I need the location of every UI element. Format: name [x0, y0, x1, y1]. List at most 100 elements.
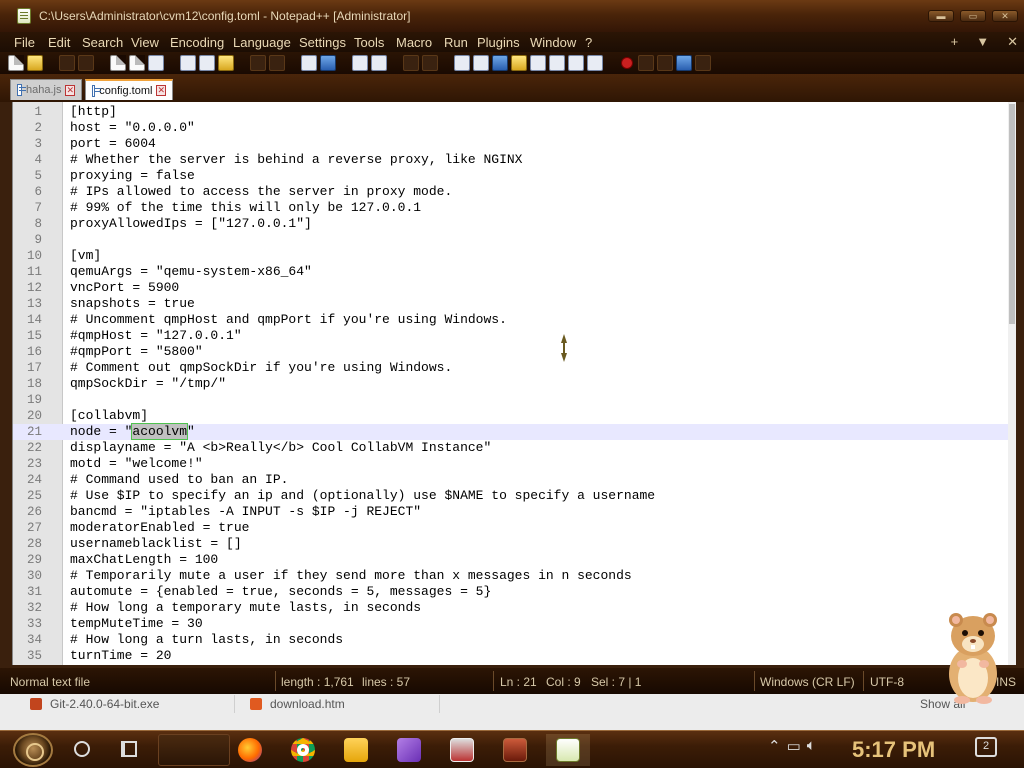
new-tab-plus-icon[interactable]: +	[951, 34, 959, 50]
code-line[interactable]: 13 snapshots = true	[13, 296, 1016, 312]
menu-settings[interactable]: Settings	[299, 35, 354, 50]
tab-list-dropdown-icon[interactable]: ▼	[976, 34, 989, 50]
start-button[interactable]	[13, 733, 53, 767]
save-icon[interactable]	[59, 55, 75, 71]
close-icon[interactable]	[110, 55, 126, 71]
zoom-in-icon[interactable]	[352, 55, 368, 71]
taskbar-visual-studio[interactable]	[387, 734, 431, 766]
task-view-icon[interactable]	[121, 741, 137, 757]
code-line[interactable]: 9	[13, 232, 1016, 248]
monitoring-icon[interactable]	[587, 55, 603, 71]
find-icon[interactable]	[301, 55, 317, 71]
tab-config-toml[interactable]: config.toml ✕	[85, 79, 173, 100]
code-line[interactable]: 6 # IPs allowed to access the server in p…	[13, 184, 1016, 200]
tab-haha-js[interactable]: haha.js ✕	[10, 79, 82, 100]
copy-icon[interactable]	[199, 55, 215, 71]
menu-window[interactable]: Window	[530, 35, 585, 50]
code-line[interactable]: 17 # Comment out qmpSockDir if you're usi…	[13, 360, 1016, 376]
open-file-icon[interactable]	[27, 55, 43, 71]
code-line[interactable]: 20 [collabvm]	[13, 408, 1016, 424]
code-line[interactable]: 24 # Command used to ban an IP.	[13, 472, 1016, 488]
code-area[interactable]: 1 [http] 2 host = "0.0.0.0" 3 port = 6004 4 # W…	[13, 104, 1016, 664]
show-hidden-icons-icon[interactable]: ⌃	[768, 737, 781, 755]
vertical-scrollbar[interactable]	[1008, 102, 1016, 665]
menu-help[interactable]: ?	[585, 35, 605, 50]
taskbar-printer-app[interactable]	[440, 734, 484, 766]
run-macro-icon[interactable]	[676, 55, 692, 71]
maximize-button[interactable]: ▭	[960, 10, 986, 22]
menu-file[interactable]: File	[0, 35, 48, 50]
code-line[interactable]: 28 usernameblacklist = []	[13, 536, 1016, 552]
minimize-button[interactable]: ▬	[928, 10, 954, 22]
code-line[interactable]: 8 proxyAllowedIps = ["127.0.0.1"]	[13, 216, 1016, 232]
notification-center-icon[interactable]: 2	[975, 737, 997, 757]
scrollbar-thumb[interactable]	[1009, 104, 1015, 324]
code-line[interactable]: 31 automute = {enabled = true, seconds = …	[13, 584, 1016, 600]
zoom-out-icon[interactable]	[371, 55, 387, 71]
code-line[interactable]: 27 moderatorEnabled = true	[13, 520, 1016, 536]
redo-icon[interactable]	[269, 55, 285, 71]
code-line[interactable]: 19	[13, 392, 1016, 408]
sync-v-icon[interactable]	[403, 55, 419, 71]
menu-language[interactable]: Language	[233, 35, 299, 50]
code-line[interactable]: 7 # 99% of the time this will only be 127…	[13, 200, 1016, 216]
code-line[interactable]: 4 # Whether the server is behind a revers…	[13, 152, 1016, 168]
code-line[interactable]: 30 # Temporarily mute a user if they send…	[13, 568, 1016, 584]
close-button[interactable]: ✕	[992, 10, 1018, 22]
editor[interactable]: 1 [http] 2 host = "0.0.0.0" 3 port = 6004 4 # W…	[12, 102, 1016, 665]
taskbar-search-area[interactable]	[158, 734, 230, 766]
title-bar[interactable]: C:\Users\Administrator\cvm12\config.toml…	[0, 0, 1024, 32]
code-line[interactable]: 14 # Uncomment qmpHost and qmpPort if you…	[13, 312, 1016, 328]
code-line[interactable]: 5 proxying = false	[13, 168, 1016, 184]
close-all-icon[interactable]	[129, 55, 145, 71]
volume-icon[interactable]: 🔈︎	[807, 737, 816, 755]
code-line[interactable]: 12 vncPort = 5900	[13, 280, 1016, 296]
code-line[interactable]: 22 displayname = "A <b>Really</b> Cool Co…	[13, 440, 1016, 456]
stop-macro-icon[interactable]	[638, 55, 654, 71]
code-line[interactable]: 15 #qmpHost = "127.0.0.1"	[13, 328, 1016, 344]
menu-encoding[interactable]: Encoding	[170, 35, 233, 50]
status-eol[interactable]: Windows (CR LF)	[760, 675, 855, 689]
taskbar-calendar-app[interactable]	[493, 734, 537, 766]
menu-search[interactable]: Search	[82, 35, 131, 50]
paste-icon[interactable]	[218, 55, 234, 71]
code-line[interactable]: 1 [http]	[13, 104, 1016, 120]
play-macro-icon[interactable]	[657, 55, 673, 71]
download-item[interactable]: download.htm	[240, 695, 440, 713]
tab-close-icon[interactable]: ✕	[65, 84, 75, 96]
taskbar-clock[interactable]: 5:17 PM	[852, 737, 935, 763]
download-item[interactable]: Git-2.40.0-64-bit.exe	[20, 695, 235, 713]
code-line[interactable]: 29 maxChatLength = 100	[13, 552, 1016, 568]
undo-icon[interactable]	[250, 55, 266, 71]
code-line[interactable]: 26 bancmd = "iptables -A INPUT -s $IP -j …	[13, 504, 1016, 520]
code-line[interactable]: 35 turnTime = 20	[13, 648, 1016, 664]
sync-h-icon[interactable]	[422, 55, 438, 71]
code-line[interactable]: 32 # How long a temporary mute lasts, in …	[13, 600, 1016, 616]
record-macro-icon[interactable]	[621, 57, 633, 69]
code-line[interactable]: 2 host = "0.0.0.0"	[13, 120, 1016, 136]
save-all-icon[interactable]	[78, 55, 94, 71]
code-line[interactable]: 21 node = "acoolvm"	[13, 423, 1016, 440]
cortana-icon[interactable]	[74, 741, 90, 757]
folder-workspace-icon[interactable]	[568, 55, 584, 71]
print-icon[interactable]	[148, 55, 164, 71]
save-macro-icon[interactable]	[695, 55, 711, 71]
udl-icon[interactable]	[511, 55, 527, 71]
close-document-icon[interactable]: ✕	[1007, 34, 1018, 50]
code-line[interactable]: 10 [vm]	[13, 248, 1016, 264]
new-file-icon[interactable]	[8, 55, 24, 71]
tab-close-icon[interactable]: ✕	[156, 85, 166, 96]
replace-icon[interactable]	[320, 55, 336, 71]
taskbar-firefox[interactable]	[228, 734, 272, 766]
status-encoding[interactable]: UTF-8	[870, 675, 904, 689]
taskbar-file-explorer[interactable]	[334, 734, 378, 766]
word-wrap-icon[interactable]	[454, 55, 470, 71]
network-icon[interactable]: ▭	[787, 737, 801, 755]
code-line[interactable]: 23 motd = "welcome!"	[13, 456, 1016, 472]
code-line[interactable]: 25 # Use $IP to specify an ip and (option…	[13, 488, 1016, 504]
taskbar-notepadpp[interactable]	[546, 734, 590, 766]
code-line[interactable]: 33 tempMuteTime = 30	[13, 616, 1016, 632]
code-line[interactable]: 34 # How long a turn lasts, in seconds	[13, 632, 1016, 648]
taskbar-chrome[interactable]	[281, 734, 325, 766]
menu-plugins[interactable]: Plugins	[477, 35, 530, 50]
